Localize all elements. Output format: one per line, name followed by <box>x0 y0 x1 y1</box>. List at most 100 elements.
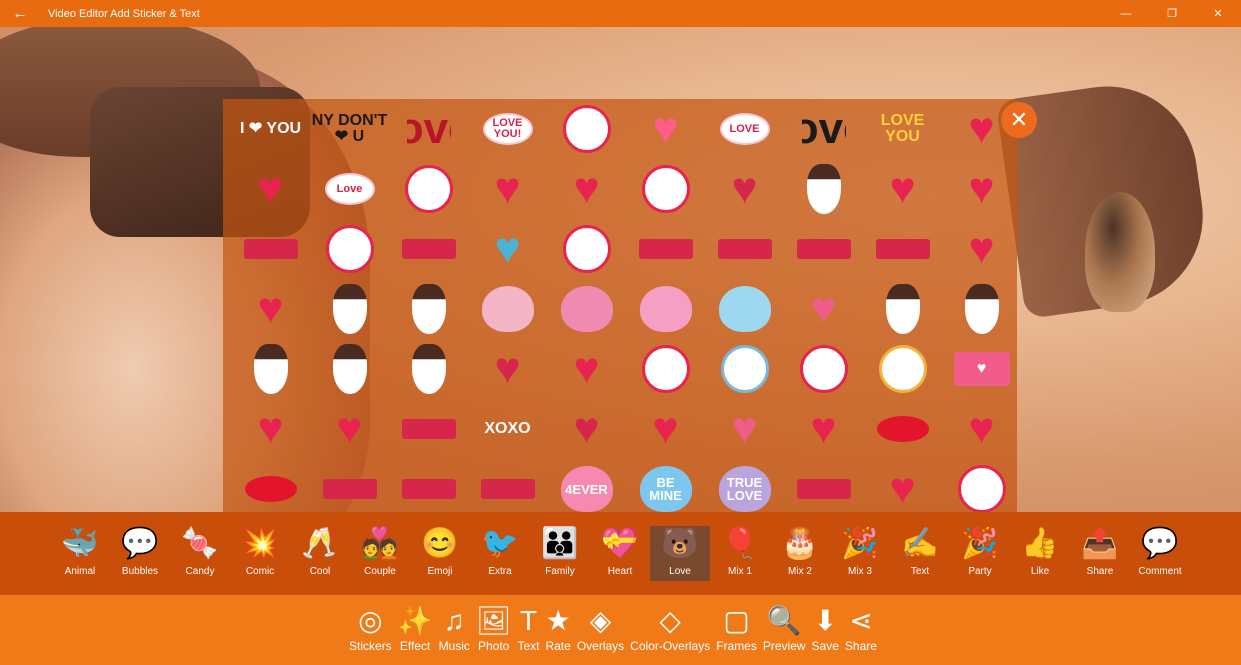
sticker-floral-wreath-3[interactable] <box>863 339 942 399</box>
category-bubbles[interactable]: 💬 Bubbles <box>110 526 170 581</box>
sticker-bouquet[interactable] <box>547 279 626 339</box>
category-comic[interactable]: 💥 Comic <box>230 526 290 581</box>
sticker-valentines-day-ribbon[interactable] <box>705 219 784 279</box>
sticker-love-burst[interactable]: LOVE <box>705 99 784 159</box>
sticker-two-hearts[interactable]: ♥ <box>784 279 863 339</box>
effect-tool-button[interactable]: ✨ Effect <box>395 605 436 654</box>
sticker-couple-dancing[interactable] <box>784 159 863 219</box>
sticker-couple-kiss[interactable] <box>389 339 468 399</box>
rate-tool-button[interactable]: ★ Rate <box>542 605 573 654</box>
sticker-red-lips-2[interactable] <box>231 459 310 519</box>
sticker-vintage-heart[interactable]: ♥ <box>468 159 547 219</box>
category-text[interactable]: ✍ Text <box>890 526 950 581</box>
sticker-heart-balloons[interactable]: ♥ <box>626 99 705 159</box>
sticker-ny-dont-u[interactable]: NY DON'T ❤ U <box>310 99 389 159</box>
sticker-bride-dress[interactable] <box>231 339 310 399</box>
sticker-bride-figure[interactable] <box>389 279 468 339</box>
sticker-love-red-heart[interactable]: ♥ <box>942 399 1021 459</box>
sticker-4ever-candy[interactable]: 4EVER <box>547 459 626 519</box>
sticker-big-heart[interactable]: ♥ <box>310 399 389 459</box>
sticker-love-you-colorful[interactable]: LOVE YOU <box>863 99 942 159</box>
maximize-button[interactable]: ❐ <box>1149 0 1195 27</box>
sticker-couple-silhouette[interactable] <box>942 279 1021 339</box>
sticker-wedding-cake[interactable] <box>468 279 547 339</box>
sticker-valentines-day-text[interactable] <box>231 219 310 279</box>
category-animal[interactable]: 🐳 Animal <box>50 526 110 581</box>
sticker-heart-gift[interactable]: ♥ <box>231 279 310 339</box>
text-tool-button[interactable]: T Text <box>514 605 542 654</box>
minimize-button[interactable]: — <box>1103 0 1149 27</box>
sticker-xoxo[interactable]: XOXO <box>468 399 547 459</box>
category-mix-1[interactable]: 🎈 Mix 1 <box>710 526 770 581</box>
sticker-valentines-ticket[interactable] <box>784 459 863 519</box>
sticker-save-the-date[interactable]: ♥ <box>468 339 547 399</box>
sticker-happy-valentines-banner[interactable] <box>310 459 389 519</box>
sticker-groom-figure[interactable] <box>310 279 389 339</box>
sticker-save-date-heart[interactable]: ♥ <box>547 339 626 399</box>
sticker-be-my-valentine-oval[interactable] <box>942 459 1021 519</box>
save-tool-button[interactable]: ⬇ Save <box>809 605 842 654</box>
sticker-valentines-day-script[interactable] <box>784 219 863 279</box>
sticker-happy-valentines-day-banner[interactable] <box>468 459 547 519</box>
sticker-couple-embrace[interactable] <box>310 339 389 399</box>
sticker-i-love-you-script[interactable]: I love you <box>784 99 863 159</box>
category-heart[interactable]: 💝 Heart <box>590 526 650 581</box>
category-candy[interactable]: 🍬 Candy <box>170 526 230 581</box>
sticker-floral-wreath-2[interactable] <box>784 339 863 399</box>
sticker-heart-banner[interactable]: ♥ <box>547 159 626 219</box>
category-family[interactable]: 👪 Family <box>530 526 590 581</box>
category-like[interactable]: 👍 Like <box>1010 526 1070 581</box>
sticker-couple-circle[interactable] <box>547 99 626 159</box>
sticker-love-script[interactable]: love <box>389 99 468 159</box>
sticker-cupid[interactable]: ♥ <box>468 219 547 279</box>
sticker-love-envelope[interactable]: ♥ <box>942 339 1021 399</box>
sticker-all-we-need-is-love[interactable] <box>389 219 468 279</box>
sticker-my-heart-belongs[interactable] <box>389 399 468 459</box>
category-cool[interactable]: 🥂 Cool <box>290 526 350 581</box>
sticker-red-lips[interactable] <box>863 399 942 459</box>
sticker-heart-drop[interactable]: ♥ <box>863 459 942 519</box>
category-mix-2[interactable]: 🎂 Mix 2 <box>770 526 830 581</box>
category-love[interactable]: 🐻 Love <box>650 526 710 581</box>
share-tool-button[interactable]: ⋖ Share <box>842 605 880 654</box>
sticker-floral-circle[interactable] <box>626 339 705 399</box>
sticker-cupcake-badge[interactable] <box>310 219 389 279</box>
preview-tool-button[interactable]: 🔍 Preview <box>760 605 809 654</box>
sticker-pink-bird[interactable] <box>626 279 705 339</box>
sticker-floral-wreath[interactable] <box>705 339 784 399</box>
category-comment[interactable]: 💬 Comment <box>1130 526 1190 581</box>
sticker-blue-bird[interactable] <box>705 279 784 339</box>
music-tool-button[interactable]: ♫ Music <box>436 605 473 654</box>
category-couple[interactable]: 💑 Couple <box>350 526 410 581</box>
sticker-heart-doily[interactable] <box>547 219 626 279</box>
sticker-rose[interactable]: ♥ <box>547 399 626 459</box>
sticker-rose-lace[interactable]: ♥ <box>626 399 705 459</box>
sticker-ribbon-badge[interactable] <box>626 159 705 219</box>
sticker-be-mine-candy[interactable]: BE MINE <box>626 459 705 519</box>
sticker-happy-valentines-day[interactable] <box>626 219 705 279</box>
sticker-valentines-day-heart[interactable]: ♥ <box>705 159 784 219</box>
sticker-love-you-comic[interactable]: LOVE YOU! <box>468 99 547 159</box>
sticker-heart-medal[interactable]: ♥ <box>231 399 310 459</box>
sticker-arrow-hearts[interactable]: ♥ <box>863 159 942 219</box>
close-sticker-panel-button[interactable]: ✕ <box>1001 102 1037 138</box>
stickers-tool-button[interactable]: ◎ Stickers <box>346 605 395 654</box>
sticker-true-love-candy[interactable]: TRUE LOVE <box>705 459 784 519</box>
frames-tool-button[interactable]: ▢ Frames <box>713 605 760 654</box>
overlays-tool-button[interactable]: ◈ Overlays <box>574 605 627 654</box>
sticker-true-love-heart[interactable]: ♥ <box>942 159 1021 219</box>
category-mix-3[interactable]: 🎉 Mix 3 <box>830 526 890 581</box>
sticker-love-bubble[interactable]: Love <box>310 159 389 219</box>
photo-tool-button[interactable]: 🖼 Photo <box>473 605 515 654</box>
category-extra[interactable]: 🐦 Extra <box>470 526 530 581</box>
sticker-valentine-hearts[interactable]: ♥ <box>231 159 310 219</box>
category-share[interactable]: 📤 Share <box>1070 526 1130 581</box>
back-arrow-icon[interactable]: ← <box>0 0 40 27</box>
sticker-vintage-badge[interactable] <box>389 159 468 219</box>
color-overlays-tool-button[interactable]: ◇ Color-Overlays <box>627 605 713 654</box>
sticker-valentines-banner-small[interactable] <box>389 459 468 519</box>
sticker-bride-silhouette[interactable] <box>863 279 942 339</box>
sticker-be-my-valentine-heart-2[interactable]: ♥ <box>942 219 1021 279</box>
window-close-button[interactable]: ✕ <box>1195 0 1241 27</box>
category-party[interactable]: 🎉 Party <box>950 526 1010 581</box>
